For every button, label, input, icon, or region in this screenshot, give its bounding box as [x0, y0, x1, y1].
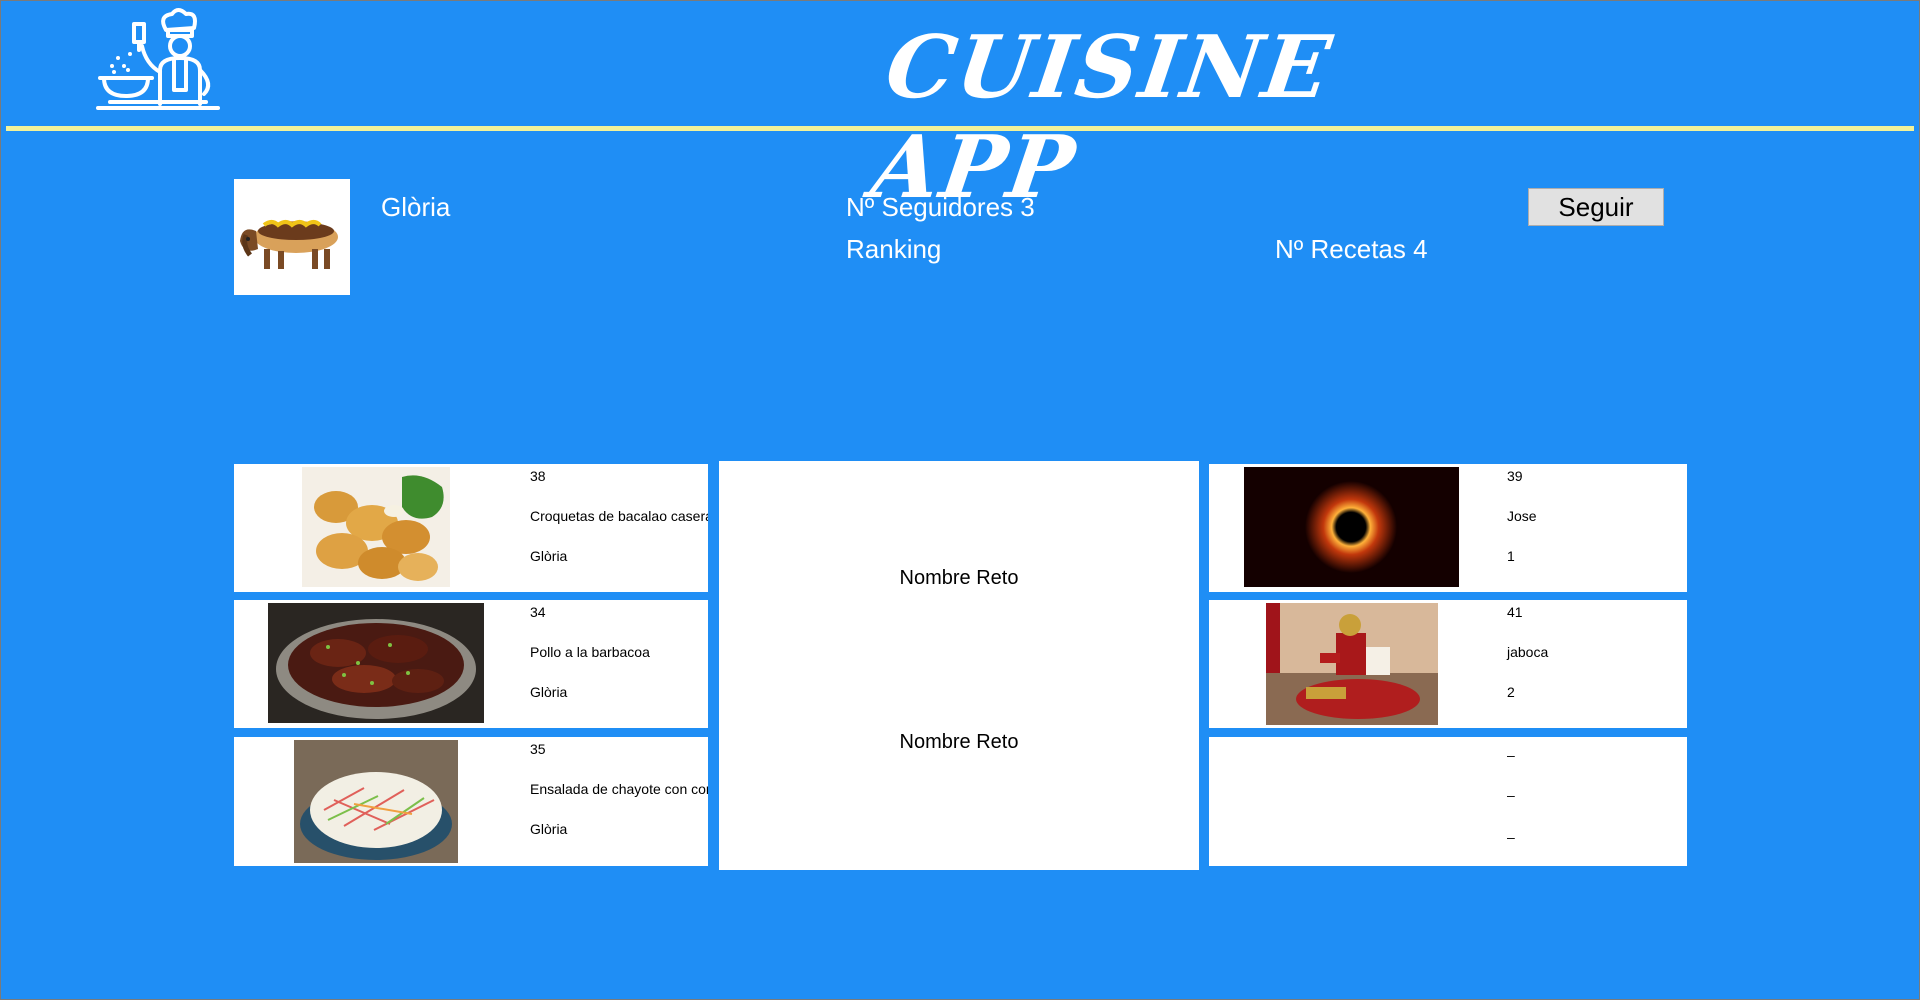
- recipe-image: [268, 603, 484, 723]
- recipe-author: Glòria: [530, 684, 568, 700]
- user-card[interactable]: – – –: [1209, 737, 1687, 866]
- header-divider: [6, 126, 1914, 131]
- recipe-image: [294, 740, 458, 863]
- user-card[interactable]: 39 Jose 1: [1209, 464, 1687, 592]
- recipe-id: 35: [530, 741, 546, 757]
- recipe-name: Pollo a la barbacoa: [530, 644, 650, 660]
- recipe-card[interactable]: 35 Ensalada de chayote con con Glòria: [234, 737, 708, 866]
- user-value: 2: [1507, 684, 1515, 700]
- followers-count: Nº Seguidores 3: [846, 192, 1035, 222]
- user-id: 39: [1507, 468, 1523, 484]
- recipe-image: [302, 467, 450, 587]
- user-name: –: [1507, 787, 1515, 803]
- recipe-name: Croquetas de bacalao caseras: [530, 508, 708, 524]
- recipe-id: 38: [530, 468, 546, 484]
- recipe-card[interactable]: 38 Croquetas de bacalao caseras Glòria: [234, 464, 708, 592]
- profile-avatar: [234, 179, 350, 295]
- hotdog-dog-image: [234, 179, 350, 295]
- user-image: [1266, 603, 1438, 725]
- recipe-id: 34: [530, 604, 546, 620]
- user-id: –: [1507, 747, 1515, 763]
- ranking-label: Ranking: [846, 234, 942, 264]
- user-id: 41: [1507, 604, 1523, 620]
- challenges-panel: Nombre Reto Nombre Reto: [719, 461, 1199, 870]
- user-name: Jose: [1507, 508, 1537, 524]
- follow-button[interactable]: Seguir: [1528, 188, 1664, 226]
- challenge-name[interactable]: Nombre Reto: [719, 731, 1199, 754]
- user-card[interactable]: 41 jaboca 2: [1209, 600, 1687, 728]
- user-value: 1: [1507, 548, 1515, 564]
- recipes-count: Nº Recetas 4: [1275, 234, 1428, 264]
- profile-username: Glòria: [381, 192, 451, 222]
- app-title: CUISINE APP: [865, 17, 1339, 218]
- recipe-card[interactable]: 34 Pollo a la barbacoa Glòria: [234, 600, 708, 728]
- user-value: –: [1507, 829, 1515, 845]
- chef-logo-icon: [96, 8, 220, 110]
- recipe-author: Glòria: [530, 821, 568, 837]
- recipe-name: Ensalada de chayote con con: [530, 781, 708, 797]
- user-name: jaboca: [1507, 644, 1549, 660]
- recipe-author: Glòria: [530, 548, 568, 564]
- user-image: [1244, 467, 1459, 587]
- challenge-name[interactable]: Nombre Reto: [719, 567, 1199, 590]
